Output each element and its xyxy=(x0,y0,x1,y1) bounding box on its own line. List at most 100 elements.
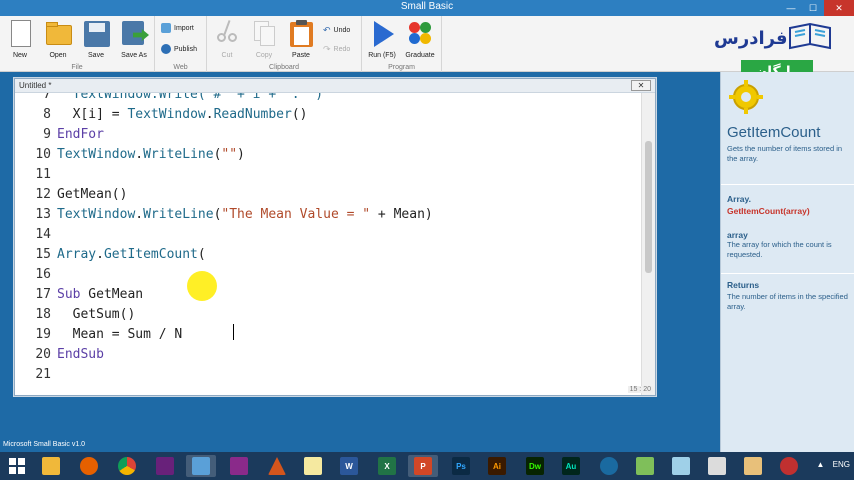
code-line[interactable]: 18 GetSum() xyxy=(15,305,135,325)
media-icon xyxy=(600,457,618,475)
taskbar-matlab[interactable] xyxy=(262,455,292,477)
graduate-label: Graduate xyxy=(405,52,435,59)
graduate-button[interactable]: Graduate xyxy=(402,19,438,63)
mouse-cursor-highlight xyxy=(187,271,217,301)
tray-arrow-icon[interactable]: ▲ xyxy=(817,460,825,469)
taskbar-powerpoint[interactable]: P xyxy=(408,455,438,477)
powerpoint-icon: P xyxy=(414,457,432,475)
code-token: ReadNumber xyxy=(213,107,292,122)
taskbar-tool[interactable] xyxy=(774,455,804,477)
taskbar-winrar[interactable] xyxy=(224,455,254,477)
code-line[interactable]: 17 Sub GetMean xyxy=(15,285,143,305)
start-button[interactable] xyxy=(2,455,32,477)
code-line[interactable]: 12 GetMean() xyxy=(15,185,127,205)
editor-title-bar: Untitled * ✕ xyxy=(15,79,655,93)
cut-button[interactable]: Cut xyxy=(209,19,245,63)
code-token: EndSub xyxy=(57,347,104,362)
taskbar-photoshop[interactable]: Ps xyxy=(446,455,476,477)
publish-button[interactable]: Publish xyxy=(161,43,197,55)
code-token: ) xyxy=(237,147,245,162)
paste-button[interactable]: Paste xyxy=(283,19,319,63)
taskbar-audition[interactable]: Au xyxy=(556,455,586,477)
file-group: New Open Save Save As File xyxy=(0,16,155,72)
taskbar-small-basic[interactable] xyxy=(186,455,216,477)
import-button[interactable]: Import xyxy=(161,22,194,34)
maximize-button[interactable]: ☐ xyxy=(802,0,824,16)
save-as-button[interactable]: Save As xyxy=(116,19,152,63)
taskbar-visual-studio[interactable] xyxy=(150,455,180,477)
paste-label: Paste xyxy=(292,52,310,59)
taskbar-word[interactable]: W xyxy=(334,455,364,477)
open-button[interactable]: Open xyxy=(40,19,76,63)
code-token: ( xyxy=(197,247,206,262)
undo-button[interactable]: ↶ Undo xyxy=(323,24,350,36)
taskbar-notes[interactable] xyxy=(666,455,696,477)
divider xyxy=(721,184,854,185)
taskbar-paint[interactable] xyxy=(630,455,660,477)
vertical-scrollbar[interactable] xyxy=(641,93,655,395)
code-line[interactable]: 14 xyxy=(15,225,57,245)
winrar-icon xyxy=(230,457,248,475)
scrollbar-thumb[interactable] xyxy=(645,141,652,273)
code-token: Sub xyxy=(57,287,81,302)
code-line[interactable]: 7 TextWindow.Write("#" + i + ": ") xyxy=(15,93,323,105)
close-button[interactable]: ✕ xyxy=(824,0,854,16)
code-line[interactable]: 10 TextWindow.WriteLine("") xyxy=(15,145,245,165)
code-area[interactable]: 7 TextWindow.Write("#" + i + ": ") 8 X[i]… xyxy=(15,93,641,395)
language-label: ENG xyxy=(832,460,850,469)
editor-close-button[interactable]: ✕ xyxy=(631,80,651,91)
clipboard-group: Cut Copy Paste ↶ Undo ↷ Redo Clipboard xyxy=(207,16,362,72)
language-indicator[interactable]: ▲ ENG xyxy=(817,460,851,469)
taskbar-dreamweaver[interactable]: Dw xyxy=(520,455,550,477)
taskbar-explorer[interactable] xyxy=(36,455,66,477)
code-token: "" xyxy=(221,147,238,162)
code-line[interactable]: 21 xyxy=(15,365,57,385)
undo-label: Undo xyxy=(333,26,351,34)
new-button[interactable]: New xyxy=(2,19,38,63)
audition-icon: Au xyxy=(562,457,580,475)
file-group-label: File xyxy=(71,64,83,71)
taskbar-paint-brush[interactable] xyxy=(738,455,768,477)
program-group-label: Program xyxy=(388,64,415,71)
line-number: 9 xyxy=(43,127,51,142)
code-line[interactable]: 9 EndFor xyxy=(15,125,104,145)
redo-label: Redo xyxy=(333,45,351,53)
code-line[interactable]: 15 Array.GetItemCount( xyxy=(15,245,206,265)
play-icon xyxy=(369,19,395,47)
text-caret xyxy=(233,324,234,340)
logo-text: فرادرس xyxy=(714,28,788,49)
taskbar-media[interactable] xyxy=(594,455,624,477)
code-line[interactable]: 16 xyxy=(15,265,57,285)
taskbar-chrome[interactable] xyxy=(112,455,142,477)
taskbar-excel[interactable]: X xyxy=(372,455,402,477)
gear-icon xyxy=(729,80,763,114)
taskbar-calculator[interactable] xyxy=(702,455,732,477)
dreamweaver-icon: Dw xyxy=(526,457,544,475)
run-button[interactable]: Run (F5) xyxy=(364,19,400,63)
taskbar-notepad[interactable] xyxy=(298,455,328,477)
redo-button[interactable]: ↷ Redo xyxy=(323,43,350,55)
taskbar-firefox[interactable] xyxy=(74,455,104,477)
code-token: GetMean() xyxy=(57,187,128,202)
code-line[interactable]: 13 TextWindow.WriteLine("The Mean Value =… xyxy=(15,205,433,225)
line-number: 20 xyxy=(35,347,51,362)
line-number: 14 xyxy=(35,227,51,242)
save-button[interactable]: Save xyxy=(78,19,114,63)
code-line[interactable]: 8 X[i] = TextWindow.ReadNumber() xyxy=(15,105,307,125)
notepad-icon xyxy=(304,457,322,475)
line-number: 7 xyxy=(43,93,51,102)
code-token: + Mean) xyxy=(370,207,433,222)
save-label: Save xyxy=(88,52,104,59)
copy-button[interactable]: Copy xyxy=(246,19,282,63)
code-token: EndFor xyxy=(57,127,104,142)
excel-icon: X xyxy=(378,457,396,475)
minimize-button[interactable]: — xyxy=(780,0,802,16)
copy-icon xyxy=(251,19,277,47)
calculator-icon xyxy=(708,457,726,475)
code-line[interactable]: 11 xyxy=(15,165,57,185)
code-token: TextWindow.Write("#" + i + ": ") xyxy=(57,93,324,102)
code-line[interactable]: 19 Mean = Sum / N xyxy=(15,325,182,345)
window-title: Small Basic xyxy=(400,1,454,12)
code-line[interactable]: 20 EndSub xyxy=(15,345,104,365)
taskbar-illustrator[interactable]: Ai xyxy=(482,455,512,477)
